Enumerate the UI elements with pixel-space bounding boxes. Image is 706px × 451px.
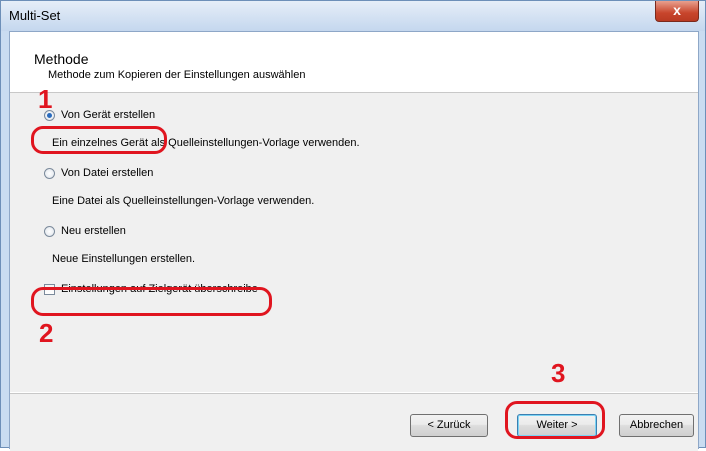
option-description: Eine Datei als Quelleinstellungen-Vorlag… — [52, 195, 315, 207]
option-description: Neue Einstellungen erstellen. — [52, 253, 196, 265]
page-title: Methode — [34, 51, 89, 67]
radio-option-device[interactable]: Von Gerät erstellen — [44, 109, 155, 121]
radio-button-icon[interactable] — [44, 167, 55, 179]
radio-button-icon[interactable] — [44, 225, 55, 237]
dialog-client-area: Methode Methode zum Kopieren der Einstel… — [9, 31, 699, 451]
highlight-radio-device — [31, 126, 167, 154]
radio-option-label: Von Datei erstellen — [61, 167, 154, 179]
callout-number-1: 1 — [38, 84, 53, 114]
multi-set-window: Multi-Set x Methode Methode zum Kopieren… — [0, 0, 706, 451]
cancel-button[interactable]: Abbrechen — [619, 414, 694, 437]
radio-option-label: Neu erstellen — [61, 225, 126, 237]
radio-option-file[interactable]: Von Datei erstellen — [44, 167, 153, 179]
callout-number-3: 3 — [551, 358, 566, 388]
back-button[interactable]: < Zurück — [410, 414, 488, 437]
highlight-next-button — [505, 401, 605, 439]
callout-number-2: 2 — [39, 318, 54, 348]
radio-option-new[interactable]: Neu erstellen — [44, 225, 126, 237]
page-subtitle: Methode zum Kopieren der Einstellungen a… — [48, 69, 306, 81]
radio-option-label: Von Gerät erstellen — [61, 109, 156, 121]
wizard-header: Methode Methode zum Kopieren der Einstel… — [10, 32, 698, 93]
close-button[interactable]: x — [655, 1, 699, 22]
title-bar: Multi-Set x — [1, 1, 705, 31]
window-title: Multi-Set — [9, 8, 61, 23]
highlight-overwrite-checkbox — [31, 287, 272, 316]
